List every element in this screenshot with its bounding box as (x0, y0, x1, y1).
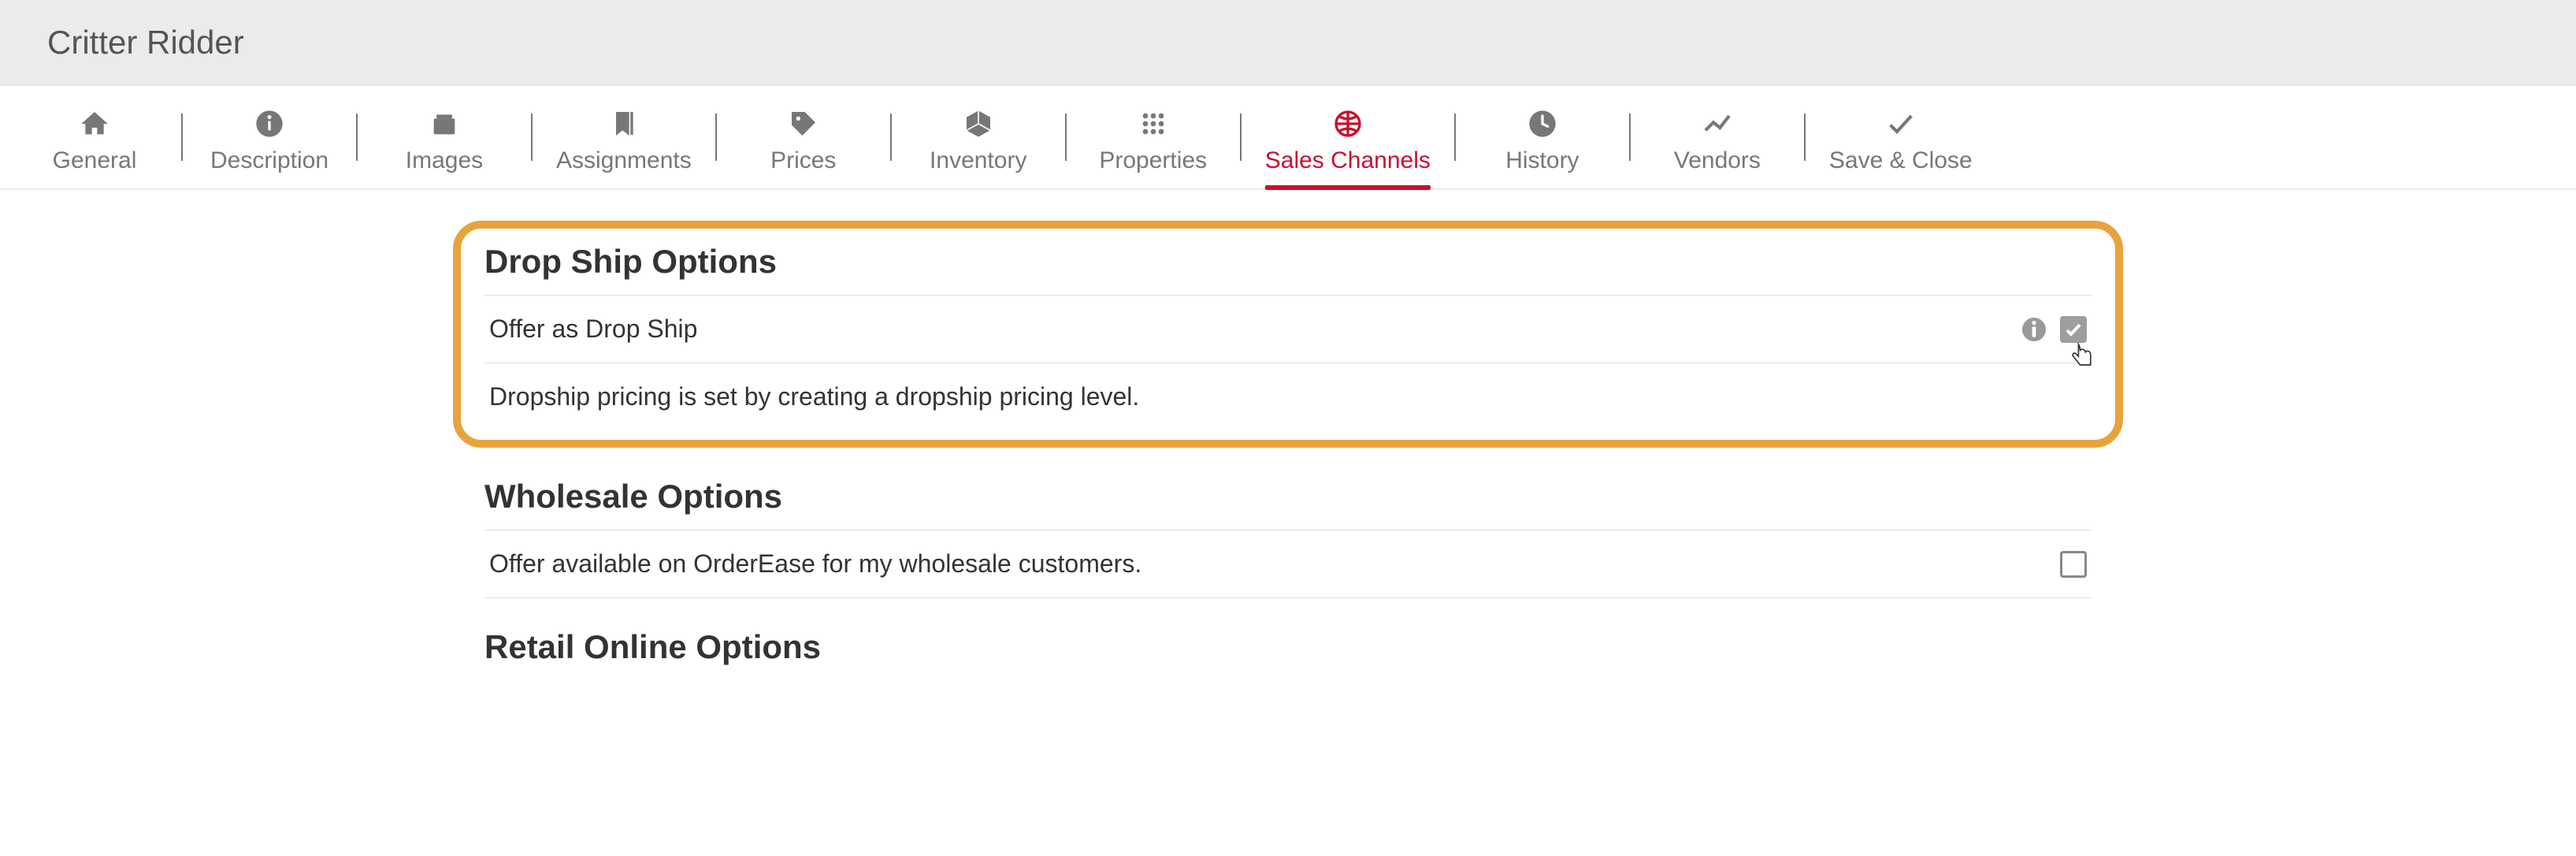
check-icon (1884, 106, 1918, 141)
home-icon (77, 106, 112, 141)
tab-general[interactable]: General (16, 100, 173, 188)
note-drop-ship-pricing: Dropship pricing is set by creating a dr… (484, 363, 2092, 430)
tab-vendors[interactable]: Vendors (1639, 100, 1796, 188)
row-offer-drop-ship: Offer as Drop Ship (484, 295, 2092, 363)
bookmark-icon (607, 106, 641, 141)
tab-prices[interactable]: Prices (725, 100, 882, 188)
label-offer-drop-ship: Offer as Drop Ship (489, 314, 697, 344)
globe-icon (1331, 106, 1365, 141)
tab-separator (1065, 114, 1067, 161)
tab-label: Assignments (556, 147, 692, 174)
tab-assignments[interactable]: Assignments (540, 100, 707, 188)
info-icon[interactable] (2022, 318, 2046, 341)
stack-icon (427, 106, 462, 141)
tab-separator (531, 114, 533, 161)
checkbox-offer-wholesale[interactable] (2060, 551, 2087, 578)
grid-icon (1136, 106, 1171, 141)
section-drop-ship-highlighted: Drop Ship Options Offer as Drop Ship Dro… (453, 221, 2123, 448)
tab-separator (1240, 114, 1242, 161)
tab-sales-channels[interactable]: Sales Channels (1249, 100, 1446, 188)
tab-label: History (1505, 147, 1579, 174)
section-title-drop-ship: Drop Ship Options (484, 238, 2092, 295)
tab-images[interactable]: Images (366, 100, 523, 188)
tab-separator (1629, 114, 1631, 161)
tab-bar: General Description Images Assignments Price… (0, 86, 2576, 189)
tab-separator (890, 114, 892, 161)
row-offer-wholesale: Offer available on OrderEase for my whol… (484, 530, 2092, 598)
tab-label: Description (210, 147, 328, 174)
tab-save-close[interactable]: Save & Close (1813, 100, 1988, 188)
section-retail-online: Retail Online Options (484, 614, 2092, 680)
info-icon (252, 106, 287, 141)
tab-separator (356, 114, 358, 161)
tab-label: Prices (770, 147, 836, 174)
cube-icon (961, 106, 996, 141)
tab-label: Images (406, 147, 483, 174)
tab-separator (1804, 114, 1806, 161)
page-title: Critter Ridder (47, 24, 2529, 61)
tab-description[interactable]: Description (191, 100, 348, 188)
tab-label: Properties (1099, 147, 1207, 174)
checkbox-offer-drop-ship[interactable] (2060, 316, 2087, 343)
chart-icon (1700, 106, 1735, 141)
tab-properties[interactable]: Properties (1075, 100, 1232, 188)
tab-label: Save & Close (1829, 147, 1973, 174)
tab-inventory[interactable]: Inventory (900, 100, 1057, 188)
clock-icon (1525, 106, 1560, 141)
header-bar: Critter Ridder (0, 0, 2576, 86)
section-title-retail-online: Retail Online Options (484, 614, 2092, 680)
label-offer-wholesale: Offer available on OrderEase for my whol… (489, 549, 1141, 579)
tag-icon (786, 106, 821, 141)
tab-label: Inventory (930, 147, 1026, 174)
tab-separator (181, 114, 183, 161)
tab-label: General (53, 147, 137, 174)
content-scroll[interactable]: Drop Ship Options Offer as Drop Ship Dro… (0, 189, 2576, 817)
tab-history[interactable]: History (1464, 100, 1621, 188)
section-wholesale: Wholesale Options Offer available on Ord… (484, 463, 2092, 598)
tab-label: Vendors (1674, 147, 1761, 174)
section-title-wholesale: Wholesale Options (484, 463, 2092, 530)
tab-separator (1454, 114, 1456, 161)
tab-separator (715, 114, 717, 161)
tab-label: Sales Channels (1265, 147, 1431, 174)
